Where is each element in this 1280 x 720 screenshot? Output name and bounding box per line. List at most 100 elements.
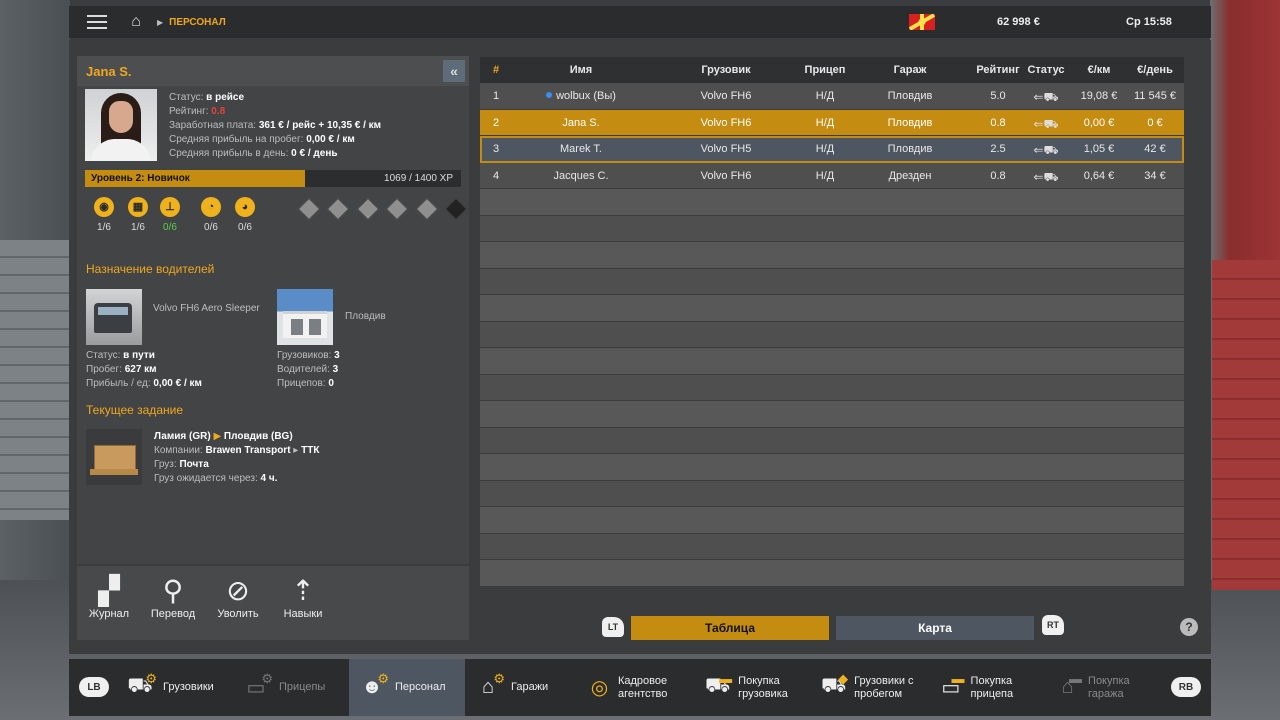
table-row-selected[interactable]: 2 Jana S. Volvo FH6 Н/Д Пловдив 0.8 ⇐⛟ 0… xyxy=(480,109,1184,136)
lt-button[interactable]: LT xyxy=(602,617,624,637)
table-row[interactable]: 4 Jacques C. Volvo FH6 Н/Д Дрезден 0.8 ⇐… xyxy=(480,162,1184,189)
col-per-km[interactable]: €/км xyxy=(1074,64,1124,76)
col-name[interactable]: Имя xyxy=(530,64,632,76)
nav-trailers[interactable]: ▭ ⚙ Прицепы xyxy=(241,659,326,716)
location-pin-icon: ◉ xyxy=(94,197,114,217)
empty-table-row xyxy=(480,401,1184,428)
transfer-button[interactable]: ⚲ Перевод xyxy=(143,574,203,620)
col-truck[interactable]: Грузовик xyxy=(676,64,776,76)
nav-buy-garage[interactable]: ⌂ ▬ Покупка гаража xyxy=(1055,659,1155,716)
col-rating[interactable]: Рейтинг xyxy=(968,64,1028,76)
truck-driving-status-icon: ⇐⛟ xyxy=(1033,143,1059,157)
table-row[interactable]: 1 wolbux (Вы) Volvo FH6 Н/Д Пловдив 5.0 … xyxy=(480,83,1184,110)
buy-garage-icon: ⌂ ▬ xyxy=(1061,670,1083,699)
player-dot-icon xyxy=(546,92,553,98)
nav-personnel[interactable]: ☻ ⚙ Персонал xyxy=(349,659,465,716)
driver-salary: 361 € / рейс + 10,35 € / км xyxy=(258,120,382,131)
driver-header: Jana S. « xyxy=(77,56,469,86)
empty-table-row xyxy=(480,189,1184,216)
empty-table-row xyxy=(480,507,1184,534)
game-clock: Ср 15:58 xyxy=(1126,16,1172,28)
rt-button[interactable]: RT xyxy=(1042,615,1064,635)
skill-fragile[interactable]: ◕ 0/6 xyxy=(230,197,260,233)
background-wall-right xyxy=(1212,260,1280,590)
nav-used-trucks[interactable]: ⛟ ◆ Грузовики с пробегом xyxy=(821,659,931,716)
table-row-hovered[interactable]: 3 Marek T. Volvo FH5 Н/Д Пловдив 2.5 ⇐⛟ … xyxy=(480,136,1184,163)
col-per-day[interactable]: €/день xyxy=(1128,64,1182,76)
adr-flammable-solid-icon[interactable] xyxy=(385,197,409,221)
empty-table-row xyxy=(480,242,1184,269)
nav-recruitment[interactable]: ◎ Кадровое агентство xyxy=(589,659,689,716)
lb-button[interactable]: LB xyxy=(79,677,109,697)
nav-buy-truck[interactable]: ⛟ ▬ Покупка грузовика xyxy=(705,659,805,716)
empty-rows xyxy=(480,189,1184,587)
nav-garages[interactable]: ⌂ ⚙ Гаражи xyxy=(473,659,548,716)
xp-text: 1069 / 1400 XP xyxy=(384,173,453,184)
empty-table-row xyxy=(480,215,1184,242)
background-wall-left xyxy=(0,240,70,520)
journal-icon: ▞ xyxy=(98,575,120,606)
buy-truck-icon: ⛟ ▬ xyxy=(705,670,733,698)
current-job-title: Текущее задание xyxy=(86,403,183,417)
col-garage[interactable]: Гараж xyxy=(875,64,945,76)
tab-table[interactable]: Таблица xyxy=(631,616,829,640)
empty-table-row xyxy=(480,427,1184,454)
tab-map[interactable]: Карта xyxy=(836,616,1034,640)
truck-info: Статус: в пути Пробег: 627 км Прибыль / … xyxy=(86,350,202,389)
empty-table-row xyxy=(480,348,1184,375)
assigned-truck-thumbnail[interactable] xyxy=(86,289,142,345)
skill-crane[interactable]: ⊥ 0/6 xyxy=(155,197,185,233)
assigned-garage-name[interactable]: Пловдив xyxy=(345,310,386,324)
driver-avg-profit-km: 0,00 € / км xyxy=(306,134,355,145)
fire-button[interactable]: ⊘ Уволить xyxy=(208,574,268,620)
empty-table-row xyxy=(480,295,1184,322)
skill-eco[interactable]: ◔ 0/6 xyxy=(196,197,226,233)
driver-avg-profit-day: 0 € / день xyxy=(291,148,338,159)
driver-portrait xyxy=(85,89,157,161)
skill-adr-distance[interactable]: ◉ 1/6 xyxy=(89,197,119,233)
bottom-navigation: LB ⛟ ⚙ Грузовики ▭ ⚙ Прицепы ☻ ⚙ Персонал ⌂… xyxy=(69,659,1211,716)
rb-button[interactable]: RB xyxy=(1171,677,1201,697)
truck-driving-status-icon: ⇐⛟ xyxy=(1033,116,1059,131)
adr-corrosive-icon[interactable] xyxy=(444,197,468,221)
col-trailer[interactable]: Прицеп xyxy=(790,64,860,76)
driver-status: в рейсе xyxy=(206,92,245,103)
fragile-cargo-icon: ◕ xyxy=(235,197,255,217)
collapse-button[interactable]: « xyxy=(443,60,465,82)
nav-buy-trailer[interactable]: ▭ ▬ Покупка прицепа xyxy=(939,659,1039,716)
breadcrumb-arrow-icon: ▶ xyxy=(157,17,164,27)
adr-flammable-liquid-icon[interactable] xyxy=(356,197,380,221)
col-num[interactable]: # xyxy=(480,64,512,76)
skills-button[interactable]: ⇡ Навыки xyxy=(273,574,333,620)
empty-table-row xyxy=(480,454,1184,481)
empty-table-row xyxy=(480,533,1184,560)
driver-stats: Статус: в рейсе Рейтинг: 0.8 Заработная … xyxy=(169,92,382,159)
crane-icon: ⊥ xyxy=(160,197,180,217)
home-button[interactable]: ⌂ xyxy=(125,6,147,38)
empty-table-row xyxy=(480,480,1184,507)
journal-button[interactable]: ▞ Журнал xyxy=(79,574,139,620)
cargo-stack-icon: ▦ xyxy=(128,197,148,217)
breadcrumb[interactable]: ПЕРСОНАЛ xyxy=(169,17,226,28)
driver-actions: ▞ Журнал ⚲ Перевод ⊘ Уволить ⇡ Навыки xyxy=(77,564,469,640)
eco-driving-icon: ◔ xyxy=(201,197,221,217)
assigned-garage-thumbnail[interactable] xyxy=(277,289,333,345)
staff-table: # Имя Грузовик Прицеп Гараж Рейтинг Стат… xyxy=(480,57,1184,587)
col-status[interactable]: Статус xyxy=(1024,64,1068,76)
empty-table-row xyxy=(480,268,1184,295)
nav-trucks[interactable]: ⛟ ⚙ Грузовики xyxy=(125,659,213,716)
level-label: Уровень 2: Новичок xyxy=(91,173,190,184)
main-panel: Jana S. « Статус: в рейсе Рейтинг: 0.8 З… xyxy=(69,40,1211,654)
skills-icon: ⇡ xyxy=(291,575,315,606)
adr-toxic-icon[interactable] xyxy=(415,197,439,221)
assigned-truck-name[interactable]: Volvo FH6 Aero Sleeper xyxy=(153,302,263,316)
skill-cargo[interactable]: ▦ 1/6 xyxy=(123,197,153,233)
driver-rating: 0.8 xyxy=(211,106,226,117)
table-header: # Имя Грузовик Прицеп Гараж Рейтинг Стат… xyxy=(480,57,1184,83)
used-trucks-icon: ⛟ ◆ xyxy=(821,670,849,698)
level-progress-bar: Уровень 2: Новичок 1069 / 1400 XP xyxy=(85,170,461,187)
adr-gases-icon[interactable] xyxy=(326,197,350,221)
menu-button[interactable] xyxy=(69,6,125,38)
adr-explosives-icon[interactable] xyxy=(297,197,321,221)
help-button[interactable]: ? xyxy=(1180,618,1198,636)
